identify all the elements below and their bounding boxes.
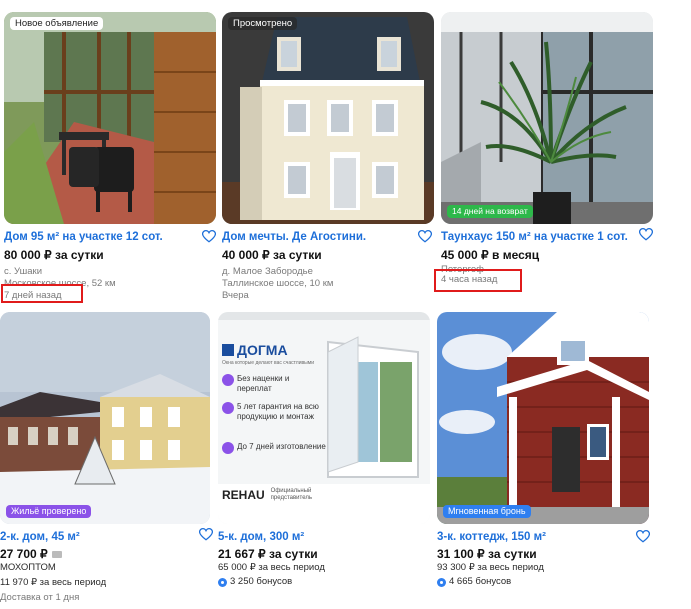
bonus-text: 3 250 бонусов [230, 576, 293, 587]
brand-name: ДОГМА [237, 342, 288, 358]
listing-total-price: 93 300 ₽ за весь период [437, 562, 544, 573]
listing-bonus: 4 665 бонусов [437, 576, 511, 588]
return-policy-badge: 14 дней на возврат [447, 205, 533, 218]
listing-price: 27 700 ₽ [0, 547, 62, 562]
brand-logo-icon [222, 344, 234, 356]
listing-total-price: 11 970 ₽ за весь период [0, 577, 107, 588]
verified-housing-badge: Жильё проверено [6, 505, 92, 518]
highlight-box [1, 284, 83, 303]
listing-card-1[interactable]: Новое объявление Дом 95 м² на участке 12… [4, 12, 216, 310]
listing-price: 21 667 ₽ за сутки [218, 547, 318, 561]
listing-location: д. Малое Забородье [222, 266, 313, 277]
bonus-icon [218, 577, 227, 587]
listing-road: Таллинское шоссе, 10 км [222, 278, 334, 289]
listing-location: МОХОПТОМ [0, 562, 56, 573]
favorite-heart-icon[interactable] [202, 230, 216, 243]
ad-brand: ДОГМА [222, 342, 288, 358]
price-value: 27 700 ₽ [0, 547, 48, 561]
favorite-heart-icon[interactable] [418, 230, 432, 243]
highlight-box [434, 269, 522, 292]
listing-price: 40 000 ₽ за сутки [222, 248, 322, 262]
partner-note: Официальный представитель [270, 488, 312, 501]
listing-title[interactable]: Дом 95 м² на участке 12 сот. [4, 230, 163, 245]
listing-bonus: 3 250 бонусов [218, 576, 292, 588]
viewed-badge: Просмотрено [228, 17, 298, 30]
listing-title[interactable]: 5-к. дом, 300 м² [218, 530, 304, 545]
ad-tagline: Окна которые делают вас счастливыми [222, 360, 315, 366]
listing-card-2[interactable]: Просмотрено Дом мечты. Де Агостини. 40 0… [222, 12, 434, 310]
listing-card-5[interactable]: ДОГМА Окна которые делают вас счастливым… [218, 312, 432, 609]
favorite-heart-icon[interactable] [636, 530, 650, 543]
listing-photo[interactable]: ДОГМА Окна которые делают вас счастливым… [218, 312, 430, 524]
partner-logo: REHAU [222, 488, 265, 502]
listing-price: 80 000 ₽ за сутки [4, 248, 104, 262]
favorite-heart-icon[interactable] [639, 228, 653, 241]
ad-benefit-3: До 7 дней изготовление [222, 442, 326, 454]
listing-card-4[interactable]: Жильё проверено 2-к. дом, 45 м² 27 700 ₽… [0, 312, 214, 609]
listing-price: 45 000 ₽ в месяц [441, 248, 540, 262]
bonus-icon [437, 577, 446, 587]
new-listing-badge: Новое объявление [10, 17, 104, 30]
listing-location: с. Ушаки [4, 266, 43, 277]
check-icon [222, 374, 234, 386]
listing-card-6[interactable]: Мгновенная бронь 3-к. коттедж, 150 м² 31… [437, 312, 653, 609]
listing-photo[interactable]: Просмотрено [222, 12, 434, 224]
listing-title[interactable]: Таунхаус 150 м² на участке 1 сот. [441, 230, 628, 245]
listing-photo[interactable]: Мгновенная бронь [437, 312, 649, 524]
favorite-heart-icon[interactable] [199, 528, 213, 541]
ad-benefit-2: 5 лет гарантия на всю продукцию и монтаж [222, 402, 326, 422]
listing-price: 31 100 ₽ за сутки [437, 547, 537, 561]
listing-posted-time: Вчера [222, 290, 249, 301]
listing-photo[interactable]: Жильё проверено [0, 312, 210, 524]
listing-total-price: 65 000 ₽ за весь период [218, 562, 325, 573]
instant-booking-badge: Мгновенная бронь [443, 505, 531, 518]
check-icon [222, 402, 234, 414]
listing-card-3[interactable]: 14 дней на возврат Таунхаус 150 м² на уч… [441, 12, 653, 310]
listing-photo[interactable]: 14 дней на возврат [441, 12, 653, 224]
ad-benefit-1: Без наценки и переплат [222, 374, 322, 394]
listing-title[interactable]: Дом мечты. Де Агостини. [222, 230, 366, 245]
listing-title[interactable]: 2-к. дом, 45 м² [0, 530, 80, 545]
ad-partner: REHAU Официальный представитель [222, 488, 331, 502]
bonus-text: 4 665 бонусов [449, 576, 512, 587]
listing-photo[interactable]: Новое объявление [4, 12, 216, 224]
listing-title[interactable]: 3-к. коттедж, 150 м² [437, 530, 546, 545]
delivery-truck-icon [51, 551, 62, 559]
check-icon [222, 442, 234, 454]
listing-delivery: Доставка от 1 дня [0, 592, 80, 603]
